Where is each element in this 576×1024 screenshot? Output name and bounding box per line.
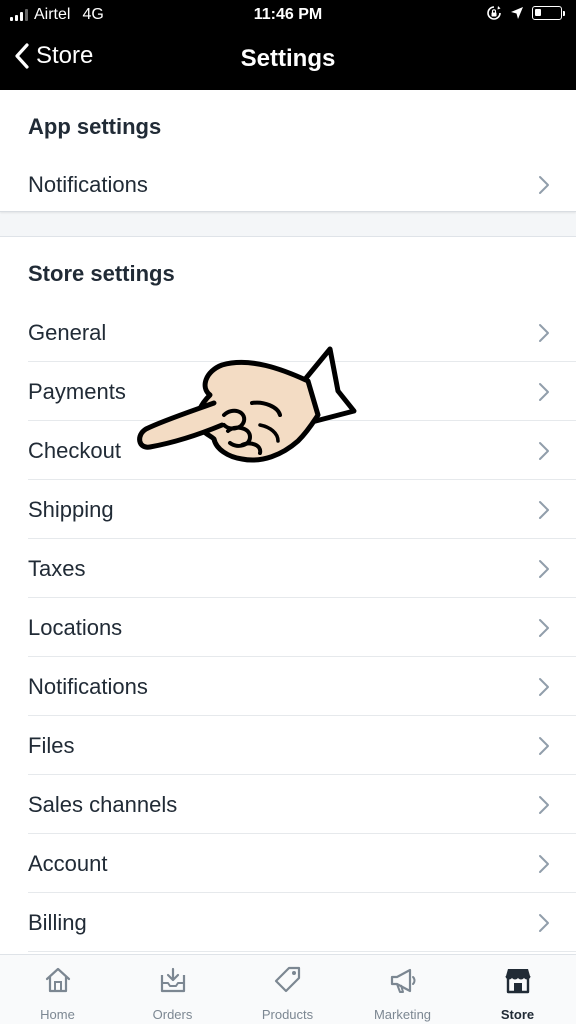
page-title: Settings [240, 45, 336, 72]
row-label: Shipping [28, 497, 114, 522]
inbox-icon [160, 967, 186, 993]
store-settings-section: Store settings General Payments Checkout… [0, 236, 576, 956]
chevron-right-icon [539, 619, 549, 637]
chevron-right-icon [539, 914, 549, 932]
megaphone-icon [390, 968, 416, 993]
store-settings-heading: Store settings [28, 261, 175, 286]
battery-icon [532, 6, 565, 20]
tab-bar: Home Orders Products Marketing Store [0, 954, 576, 1024]
location-arrow-icon [511, 7, 523, 19]
store-settings-item-taxes[interactable]: Taxes [0, 539, 576, 598]
store-settings-item-shipping[interactable]: Shipping [0, 480, 576, 539]
nav-bar: Store Settings [0, 30, 576, 90]
chevron-right-icon [539, 176, 549, 194]
row-label: Notifications [28, 674, 148, 699]
tab-label: Orders [152, 1007, 193, 1022]
row-label: General [28, 320, 107, 345]
tab-label: Home [40, 1007, 75, 1022]
top-bar: Airtel 4G 11:46 PM Store Settings [0, 0, 576, 90]
row-label: Account [28, 851, 108, 876]
tab-label: Store [500, 1007, 535, 1022]
chevron-right-icon [539, 737, 549, 755]
app-settings-section: App settings Notifications [0, 90, 576, 212]
tag-icon [274, 966, 301, 993]
status-bar: Airtel 4G 11:46 PM [0, 0, 576, 30]
chevron-right-icon [539, 442, 549, 460]
store-settings-item-account[interactable]: Account [0, 834, 576, 893]
chevron-right-icon [539, 678, 549, 696]
tab-marketing[interactable]: Marketing [345, 955, 460, 1024]
row-divider [28, 951, 576, 952]
row-label: Files [28, 733, 75, 758]
tab-label: Marketing [373, 1007, 432, 1022]
status-right [486, 5, 565, 21]
store-settings-item-files[interactable]: Files [0, 716, 576, 775]
store-settings-item-sales-channels[interactable]: Sales channels [0, 775, 576, 834]
store-settings-item-notifications[interactable]: Notifications [0, 657, 576, 716]
chevron-right-icon [539, 796, 549, 814]
chevron-right-icon [539, 501, 549, 519]
row-label: Notifications [28, 172, 148, 197]
store-settings-item-billing[interactable]: Billing [0, 893, 576, 952]
tab-orders[interactable]: Orders [115, 955, 230, 1024]
store-settings-item-locations[interactable]: Locations [0, 598, 576, 657]
pointing-hand-icon [137, 346, 357, 463]
store-icon [505, 969, 531, 994]
tab-label: Products [261, 1007, 314, 1022]
row-label: Sales channels [28, 792, 178, 817]
chevron-right-icon [539, 855, 549, 873]
tab-store[interactable]: Store [460, 955, 575, 1024]
chevron-right-icon [539, 383, 549, 401]
row-label: Taxes [28, 556, 86, 581]
chevron-right-icon [539, 560, 549, 578]
row-label: Locations [28, 615, 123, 640]
row-label: Payments [28, 379, 126, 404]
rotation-lock-icon [487, 6, 501, 20]
chevron-right-icon [539, 324, 549, 342]
app-settings-item-notifications[interactable]: Notifications [0, 155, 576, 214]
tab-products[interactable]: Products [230, 955, 345, 1024]
row-label: Checkout [28, 438, 121, 463]
app-settings-heading: App settings [28, 114, 162, 139]
home-icon [45, 967, 71, 993]
row-label: Billing [28, 910, 87, 935]
tab-home[interactable]: Home [0, 955, 115, 1024]
